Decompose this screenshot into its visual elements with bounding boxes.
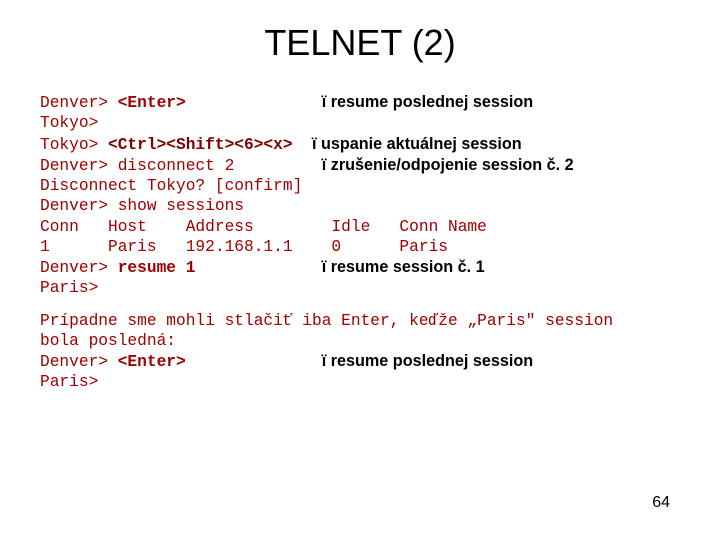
spacer bbox=[186, 353, 322, 371]
prompt-text: Denver> disconnect 2 bbox=[40, 157, 234, 175]
code-line: Denver> disconnect 2 ï zrušenie/odpojeni… bbox=[40, 155, 680, 176]
spacer bbox=[186, 94, 322, 112]
left-arrow-icon: ï bbox=[322, 93, 327, 111]
note-text: zrušenie/odpojenie session č. 2 bbox=[331, 156, 574, 174]
note-text: uspanie aktuálnej session bbox=[321, 135, 522, 153]
prompt-text: Tokyo> bbox=[40, 136, 108, 154]
code-line: Tokyo> bbox=[40, 113, 680, 133]
cmd-text: resume 1 bbox=[118, 259, 196, 277]
prompt-text: Denver> bbox=[40, 94, 118, 112]
spacer bbox=[195, 259, 321, 277]
slide: TELNET (2) Denver> <Enter> ï resume posl… bbox=[0, 0, 720, 540]
code-line: Disconnect Tokyo? [confirm] bbox=[40, 176, 680, 196]
code-line: 1 Paris 192.168.1.1 0 Paris bbox=[40, 237, 680, 257]
spacer bbox=[234, 157, 321, 175]
note-text: resume poslednej session bbox=[331, 93, 533, 111]
code-line: Denver> <Enter> ï resume poslednej sessi… bbox=[40, 351, 680, 372]
code-block-1: Denver> <Enter> ï resume poslednej sessi… bbox=[40, 92, 680, 299]
code-line: Denver> resume 1 ï resume session č. 1 bbox=[40, 257, 680, 278]
code-line: Tokyo> <Ctrl><Shift><6><x> ï uspanie akt… bbox=[40, 134, 680, 155]
code-line: Denver> show sessions bbox=[40, 196, 680, 216]
cmd-text: <Enter> bbox=[118, 353, 186, 371]
code-line: Paris> bbox=[40, 278, 680, 298]
cmd-text: <Ctrl><Shift><6><x> bbox=[108, 136, 293, 154]
intro-line: Prípadne sme mohli stlačiť iba Enter, ke… bbox=[40, 311, 680, 331]
left-arrow-icon: ï bbox=[322, 156, 327, 174]
prompt-text: Denver> bbox=[40, 353, 118, 371]
code-line: Conn Host Address Idle Conn Name bbox=[40, 217, 680, 237]
page-number: 64 bbox=[652, 494, 670, 512]
note-text: resume poslednej session bbox=[331, 352, 533, 370]
slide-title: TELNET (2) bbox=[40, 22, 680, 64]
prompt-text: Denver> bbox=[40, 259, 118, 277]
cmd-text: <Enter> bbox=[118, 94, 186, 112]
left-arrow-icon: ï bbox=[322, 258, 327, 276]
intro-line: bola posledná: bbox=[40, 331, 680, 351]
spacer bbox=[293, 136, 312, 154]
code-block-2: Prípadne sme mohli stlačiť iba Enter, ke… bbox=[40, 311, 680, 393]
left-arrow-icon: ï bbox=[312, 135, 317, 153]
left-arrow-icon: ï bbox=[322, 352, 327, 370]
code-line: Denver> <Enter> ï resume poslednej sessi… bbox=[40, 92, 680, 113]
code-line: Paris> bbox=[40, 372, 680, 392]
note-text: resume session č. 1 bbox=[331, 258, 485, 276]
